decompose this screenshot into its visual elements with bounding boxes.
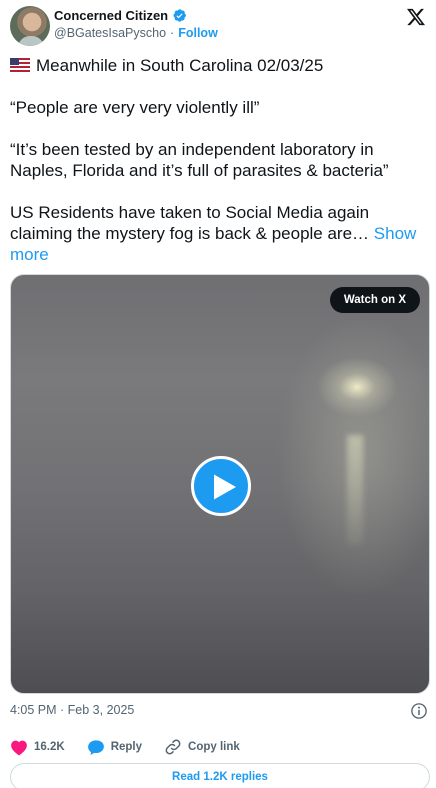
- reply-bubble-icon: [87, 739, 104, 755]
- author-name[interactable]: Concerned Citizen: [54, 8, 168, 23]
- copy-link-button[interactable]: Copy link: [164, 738, 240, 756]
- like-count: 16.2K: [34, 741, 65, 753]
- verified-badge-icon: [173, 9, 187, 22]
- tweet-timestamp[interactable]: 4:05 PM · Feb 3, 2025: [10, 703, 134, 717]
- copy-link-label: Copy link: [188, 741, 240, 753]
- watch-on-x-button[interactable]: Watch on X: [329, 287, 420, 313]
- play-button[interactable]: [191, 456, 251, 516]
- follow-button[interactable]: Follow: [178, 26, 218, 40]
- tweet-line-3: “It’s been tested by an independent labo…: [10, 140, 389, 180]
- x-logo-icon[interactable]: [406, 7, 426, 27]
- reply-label: Reply: [110, 741, 143, 753]
- author-name-row: Concerned Citizen: [54, 8, 187, 23]
- fog-light-streak: [347, 435, 363, 545]
- tweet-line-1-text: Meanwhile in South Carolina 02/03/25: [36, 56, 324, 75]
- separator-dot: ·: [170, 26, 175, 40]
- heart-icon: [11, 740, 27, 755]
- reply-button[interactable]: Reply: [87, 739, 142, 756]
- tweet-line-4-text: US Residents have taken to Social Media …: [10, 203, 370, 243]
- read-replies-button[interactable]: Read 1.2K replies: [10, 763, 430, 788]
- author-handle[interactable]: @BGatesIsaPyscho: [54, 26, 166, 40]
- us-flag-icon: [10, 58, 30, 72]
- tweet-header: Concerned Citizen @BGatesIsaPyscho · Fol…: [10, 6, 426, 48]
- play-icon: [214, 474, 236, 500]
- handle-row: @BGatesIsaPyscho · Follow: [54, 26, 218, 40]
- video-player[interactable]: Watch on X: [10, 274, 430, 694]
- like-button[interactable]: 16.2K: [10, 739, 65, 756]
- info-icon[interactable]: [410, 702, 428, 720]
- tweet-line-1: Meanwhile in South Carolina 02/03/25: [10, 55, 428, 76]
- tweet-line-4: US Residents have taken to Social Media …: [10, 202, 428, 265]
- tweet-text: Meanwhile in South Carolina 02/03/25 “Pe…: [10, 55, 428, 265]
- tweet-line-2: “People are very very violently ill”: [10, 98, 260, 117]
- avatar[interactable]: [10, 6, 50, 46]
- action-bar: 16.2K Reply Copy link: [10, 737, 240, 757]
- link-icon: [165, 739, 181, 755]
